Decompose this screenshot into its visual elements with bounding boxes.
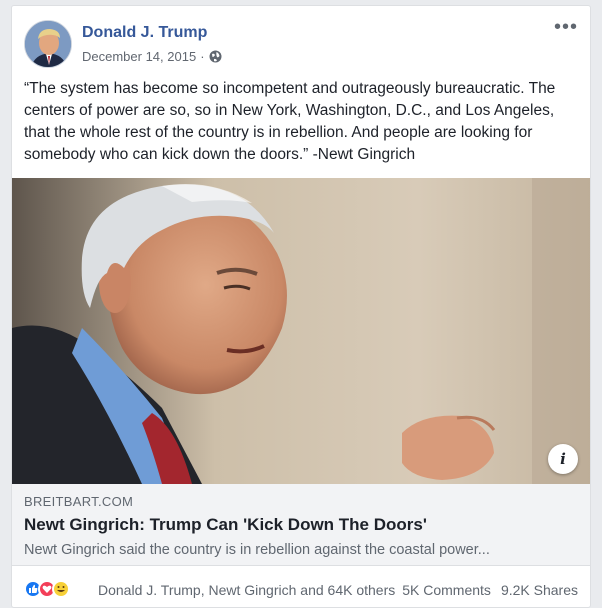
shares-count[interactable]: 9.2K Shares	[501, 582, 578, 598]
link-preview[interactable]: BREITBART.COM Newt Gingrich: Trump Can '…	[12, 484, 590, 566]
link-description: Newt Gingrich said the country is in reb…	[24, 542, 490, 558]
meta-separator: ·	[200, 49, 205, 64]
comments-count[interactable]: 5K Comments	[402, 582, 491, 598]
haha-icon[interactable]	[52, 580, 70, 598]
info-icon[interactable]: i	[548, 444, 578, 474]
post-text: “The system has become so incompetent an…	[24, 80, 556, 163]
reaction-icons[interactable]	[24, 580, 70, 598]
link-domain: BREITBART.COM	[24, 494, 134, 509]
reaction-names[interactable]: Donald J. Trump, Newt Gingrich and 64K o…	[98, 582, 395, 598]
globe-icon[interactable]	[209, 50, 222, 63]
post-footer: Donald J. Trump, Newt Gingrich and 64K o…	[12, 576, 590, 606]
engagement-counts: 5K Comments 9.2K Shares	[402, 582, 578, 598]
post-date[interactable]: December 14, 2015	[82, 49, 196, 64]
post-meta: December 14, 2015 ·	[82, 49, 222, 64]
facebook-post: Donald J. Trump December 14, 2015 · ••• …	[11, 5, 591, 608]
link-preview-image[interactable]: i	[12, 178, 590, 484]
post-header: Donald J. Trump December 14, 2015 · •••	[24, 17, 578, 70]
author-name[interactable]: Donald J. Trump	[82, 24, 207, 42]
link-title[interactable]: Newt Gingrich: Trump Can 'Kick Down The …	[24, 515, 427, 535]
more-options-icon[interactable]: •••	[554, 17, 578, 38]
author-avatar[interactable]	[24, 20, 72, 68]
